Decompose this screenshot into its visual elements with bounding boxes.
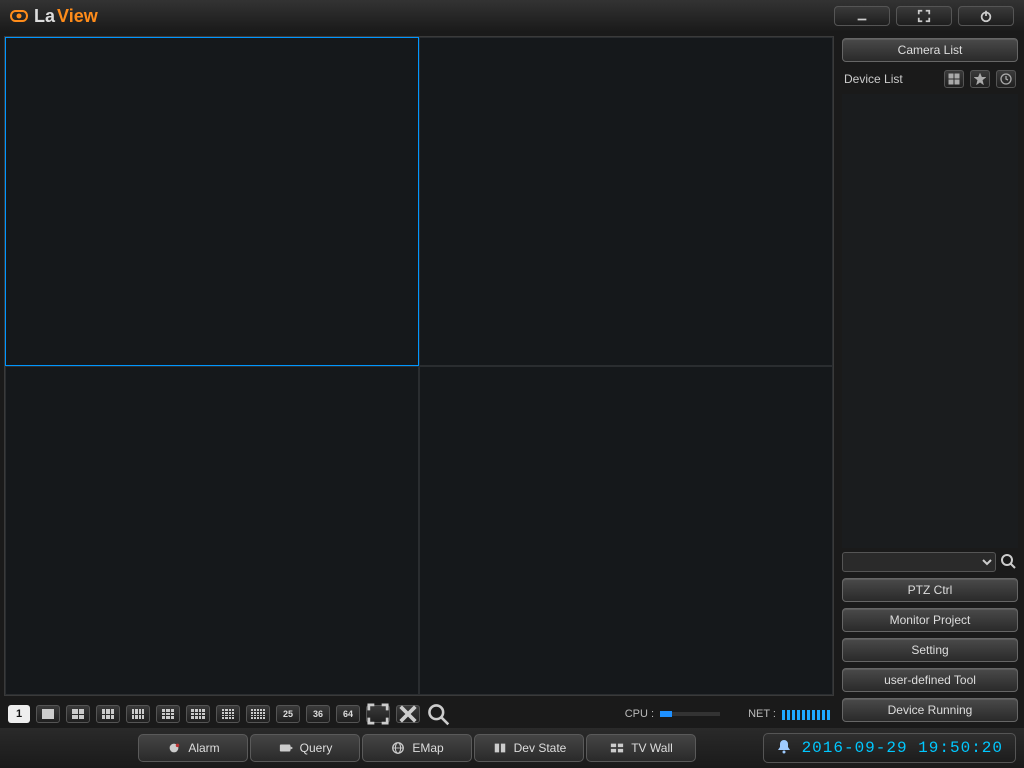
layout-8-button[interactable] bbox=[126, 705, 150, 723]
tab-alarm-label: Alarm bbox=[188, 741, 219, 755]
video-cell-3[interactable] bbox=[5, 366, 419, 695]
tab-alarm[interactable]: Alarm bbox=[138, 734, 248, 762]
layout-6-button[interactable] bbox=[96, 705, 120, 723]
brand-la: La bbox=[34, 6, 55, 27]
clock-text: 2016-09-29 19:50:20 bbox=[802, 739, 1003, 757]
setting-button[interactable]: Setting bbox=[842, 638, 1018, 662]
star-icon bbox=[974, 73, 986, 85]
clock-icon bbox=[1000, 73, 1012, 85]
alarm-icon bbox=[166, 741, 182, 755]
zoom-button[interactable] bbox=[426, 705, 450, 723]
search-select[interactable] bbox=[842, 552, 996, 572]
device-tree[interactable] bbox=[842, 94, 1018, 548]
video-cell-1[interactable] bbox=[5, 37, 419, 366]
tab-devstate-label: Dev State bbox=[514, 741, 567, 755]
layout-64-button[interactable]: 64 bbox=[336, 705, 360, 723]
tab-tvwall-label: TV Wall bbox=[631, 741, 673, 755]
fullscreen-icon bbox=[917, 9, 931, 23]
layout-13-button[interactable] bbox=[186, 705, 210, 723]
emap-icon bbox=[390, 741, 406, 755]
grid-6-icon bbox=[102, 709, 114, 719]
eye-icon bbox=[10, 10, 28, 22]
layout-20-button[interactable] bbox=[246, 705, 270, 723]
cpu-meter bbox=[660, 712, 720, 716]
view-mode-button[interactable] bbox=[944, 70, 964, 88]
fullscreen-button[interactable] bbox=[896, 6, 952, 26]
expand-icon bbox=[367, 703, 389, 725]
tab-emap-label: EMap bbox=[412, 741, 443, 755]
minimize-button[interactable] bbox=[834, 6, 890, 26]
alarm-bell-icon[interactable] bbox=[776, 738, 792, 759]
tvwall-icon bbox=[609, 741, 625, 755]
app-logo: LaView bbox=[10, 6, 98, 27]
power-icon bbox=[979, 9, 993, 23]
power-button[interactable] bbox=[958, 6, 1014, 26]
tab-tv-wall[interactable]: TV Wall bbox=[586, 734, 696, 762]
video-cell-2[interactable] bbox=[419, 37, 833, 366]
grid-1-icon bbox=[42, 709, 54, 719]
ptz-ctrl-button[interactable]: PTZ Ctrl bbox=[842, 578, 1018, 602]
close-all-button[interactable] bbox=[396, 705, 420, 723]
footer-tabs: Alarm Query EMap Dev State TV Wall bbox=[138, 734, 696, 762]
net-meter bbox=[782, 708, 830, 720]
user-defined-tool-button[interactable]: user-defined Tool bbox=[842, 668, 1018, 692]
title-bar: LaView bbox=[0, 0, 1024, 32]
layout-16-button[interactable] bbox=[216, 705, 240, 723]
viewer-toolbar: 1 25 36 64 CPU : NET : bbox=[4, 700, 834, 728]
grid-4-icon bbox=[72, 709, 84, 719]
monitor-project-button[interactable]: Monitor Project bbox=[842, 608, 1018, 632]
camera-list-button[interactable]: Camera List bbox=[842, 38, 1018, 62]
grid-16-icon bbox=[222, 709, 234, 719]
close-icon bbox=[397, 703, 419, 725]
grid-small-icon bbox=[948, 73, 960, 85]
layout-9-button[interactable] bbox=[156, 705, 180, 723]
net-label: NET : bbox=[748, 708, 776, 720]
grid-20-icon bbox=[251, 709, 265, 719]
tab-query[interactable]: Query bbox=[250, 734, 360, 762]
layout-36-button[interactable]: 36 bbox=[306, 705, 330, 723]
tab-dev-state[interactable]: Dev State bbox=[474, 734, 584, 762]
cpu-label: CPU : bbox=[625, 708, 654, 720]
brand-view: View bbox=[57, 6, 98, 27]
query-icon bbox=[278, 741, 294, 755]
footer: Alarm Query EMap Dev State TV Wall 2016-… bbox=[0, 728, 1024, 768]
video-cell-4[interactable] bbox=[419, 366, 833, 695]
grid-13-icon bbox=[191, 709, 205, 719]
layout-4-button[interactable] bbox=[66, 705, 90, 723]
devstate-icon bbox=[492, 741, 508, 755]
page-indicator: 1 bbox=[8, 705, 30, 723]
grid-8-icon bbox=[132, 709, 144, 719]
tab-query-label: Query bbox=[300, 741, 333, 755]
device-running-button[interactable]: Device Running bbox=[842, 698, 1018, 722]
sidebar: Camera List Device List PTZ Ctrl Monitor… bbox=[838, 32, 1024, 728]
search-icon bbox=[1000, 553, 1016, 569]
device-list-row: Device List bbox=[842, 68, 1018, 94]
search-button[interactable] bbox=[1000, 553, 1018, 571]
favorite-button[interactable] bbox=[970, 70, 990, 88]
grid-9-icon bbox=[162, 709, 174, 719]
expand-button[interactable] bbox=[366, 705, 390, 723]
video-grid[interactable] bbox=[4, 36, 834, 696]
minimize-icon bbox=[855, 9, 869, 23]
tab-emap[interactable]: EMap bbox=[362, 734, 472, 762]
layout-1-button[interactable] bbox=[36, 705, 60, 723]
clock-panel: 2016-09-29 19:50:20 bbox=[763, 733, 1016, 763]
history-button[interactable] bbox=[996, 70, 1016, 88]
layout-25-button[interactable]: 25 bbox=[276, 705, 300, 723]
device-list-label: Device List bbox=[844, 72, 903, 86]
magnifier-icon bbox=[426, 702, 450, 726]
